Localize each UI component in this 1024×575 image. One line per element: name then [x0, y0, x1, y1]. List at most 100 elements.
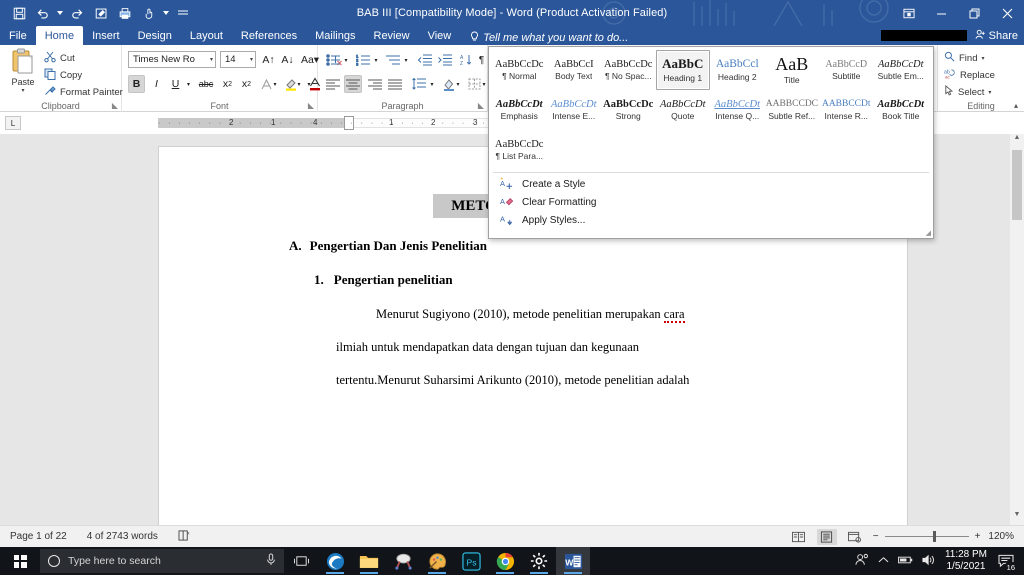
superscript-button[interactable]: x2: [238, 75, 255, 93]
close-icon[interactable]: [991, 0, 1024, 26]
style-item-subtle-ref[interactable]: AABBCCDC Subtle Ref...: [765, 90, 820, 130]
bullets-icon[interactable]: [324, 51, 342, 69]
style-item-body-text[interactable]: AaBbCcI Body Text: [547, 50, 602, 90]
format-painter-button[interactable]: Format Painter: [44, 85, 123, 100]
tab-stop-selector[interactable]: L: [5, 116, 21, 130]
collapse-ribbon-icon[interactable]: ▴: [1014, 101, 1018, 110]
text-effects-dropdown-icon[interactable]: ▾: [271, 75, 279, 93]
taskbar-app-paint[interactable]: [420, 547, 454, 575]
style-item-emphasis[interactable]: AaBbCcDt Emphasis: [492, 90, 547, 130]
search-input[interactable]: Type here to search: [40, 549, 284, 573]
tab-file[interactable]: File: [0, 26, 36, 45]
tell-me-search[interactable]: Tell me what you want to do...: [460, 31, 628, 45]
taskbar-app-file-explorer[interactable]: [352, 547, 386, 575]
print-layout-button[interactable]: [816, 528, 837, 545]
replace-button[interactable]: ab ac Replace: [944, 68, 995, 82]
line-spacing-dropdown-icon[interactable]: ▾: [428, 75, 436, 93]
tab-layout[interactable]: Layout: [181, 26, 232, 45]
volume-icon[interactable]: [922, 554, 936, 569]
shading-dropdown-icon[interactable]: ▾: [454, 75, 462, 93]
menu-item-apply-styles[interactable]: A Apply Styles...: [489, 211, 933, 229]
tab-mailings[interactable]: Mailings: [306, 26, 364, 45]
page-indicator[interactable]: Page 1 of 22: [0, 531, 77, 542]
action-center-icon[interactable]: 16: [996, 551, 1018, 573]
style-item-intense-e[interactable]: AaBbCcDt Intense E...: [547, 90, 602, 130]
taskbar-app-photoshop[interactable]: Ps: [454, 547, 488, 575]
chevron-down-icon[interactable]: ▾: [250, 56, 253, 63]
styles-menu[interactable]: A Create a Style A Clear Formatting A Apply S…: [489, 175, 933, 229]
select-dropdown-icon[interactable]: ▾: [988, 89, 991, 96]
web-layout-button[interactable]: [845, 529, 865, 545]
zoom-track[interactable]: [884, 531, 969, 542]
tab-references[interactable]: References: [232, 26, 306, 45]
style-item-intense-r[interactable]: AABBCCDt Intense R...: [819, 90, 874, 130]
window-controls[interactable]: [892, 0, 1024, 26]
paste-dropdown-icon[interactable]: ▾: [21, 87, 24, 94]
numbering-dropdown-icon[interactable]: ▾: [372, 51, 380, 69]
people-icon[interactable]: [855, 553, 869, 569]
undo-dropdown-icon[interactable]: [56, 2, 64, 24]
style-item-quote[interactable]: AaBbCcDt Quote: [656, 90, 711, 130]
subscript-button[interactable]: x2: [219, 75, 236, 93]
align-left-icon[interactable]: [324, 75, 342, 93]
windows-start-icon[interactable]: [0, 547, 40, 575]
scrollbar-thumb[interactable]: [1012, 150, 1022, 220]
minimize-icon[interactable]: [925, 0, 958, 26]
undo-icon[interactable]: [32, 2, 54, 24]
account-area[interactable]: Share: [880, 26, 1024, 45]
paste-button[interactable]: Paste ▾: [6, 48, 40, 100]
find-button[interactable]: Find ▾: [944, 51, 985, 65]
redo-icon[interactable]: [66, 2, 88, 24]
taskbar-app-settings[interactable]: [522, 547, 556, 575]
tab-home[interactable]: Home: [35, 26, 84, 45]
strikethrough-button[interactable]: abc: [196, 75, 216, 93]
numbering-icon[interactable]: 123: [354, 51, 372, 69]
zoom-slider[interactable]: − +: [873, 531, 981, 542]
styles-gallery-dropdown[interactable]: AaBbCcDc ¶ Normal AaBbCcI Body Text AaBbCcDc…: [488, 46, 934, 239]
multilevel-dropdown-icon[interactable]: ▾: [402, 51, 410, 69]
zoom-in-button[interactable]: +: [975, 531, 981, 542]
style-item-title[interactable]: AaB Title: [765, 50, 820, 90]
clock[interactable]: 11:28 PM 1/5/2021: [945, 549, 987, 573]
customize-qat-icon[interactable]: [172, 2, 194, 24]
increase-indent-icon[interactable]: [436, 51, 454, 69]
battery-icon[interactable]: [898, 555, 913, 568]
zoom-knob[interactable]: [932, 531, 936, 542]
font-name-combobox[interactable]: Times New Ro ▾: [128, 51, 216, 68]
font-color-dropdown-icon[interactable]: ▾: [305, 75, 313, 93]
style-item-normal[interactable]: AaBbCcDc ¶ Normal: [492, 50, 547, 90]
tab-design[interactable]: Design: [129, 26, 181, 45]
taskbar-app-google-chrome[interactable]: [488, 547, 522, 575]
tab-insert[interactable]: Insert: [83, 26, 129, 45]
resize-grip-icon[interactable]: ◢: [926, 229, 931, 237]
justify-icon[interactable]: [386, 75, 404, 93]
decrease-indent-icon[interactable]: [416, 51, 434, 69]
style-item-strong[interactable]: AaBbCcDc Strong: [601, 90, 656, 130]
style-item-heading-1[interactable]: AaBbC Heading 1: [655, 50, 710, 90]
chevron-down-icon[interactable]: ▾: [210, 56, 213, 63]
taskbar-app-snipping-tool[interactable]: [386, 547, 420, 575]
ribbon-tabs[interactable]: File Home Insert Design Layout Reference…: [0, 26, 1024, 45]
scroll-down-arrow-icon[interactable]: ▼: [1010, 511, 1024, 525]
style-item-book-title[interactable]: AaBbCcDt Book Title: [874, 90, 929, 130]
ribbon-display-options-icon[interactable]: [892, 0, 925, 26]
misspelled-word[interactable]: cara: [663, 307, 685, 323]
style-item-heading-2[interactable]: AaBbCcl Heading 2: [710, 50, 765, 90]
styles-grid[interactable]: AaBbCcDc ¶ Normal AaBbCcI Body Text AaBbCcDc…: [489, 47, 933, 170]
word-count[interactable]: 4 of 2743 words: [77, 531, 168, 542]
task-view-icon[interactable]: [284, 547, 318, 575]
font-dialog-launcher-icon[interactable]: ◣: [308, 101, 314, 110]
bullets-dropdown-icon[interactable]: ▾: [342, 51, 350, 69]
touch-dropdown-icon[interactable]: [162, 2, 170, 24]
taskbar-app-microsoft-edge[interactable]: [318, 547, 352, 575]
multilevel-list-icon[interactable]: [384, 51, 402, 69]
touch-mode-icon[interactable]: [138, 2, 160, 24]
menu-item-clear-formatting[interactable]: A Clear Formatting: [489, 193, 933, 211]
highlight-dropdown-icon[interactable]: ▾: [295, 75, 303, 93]
paragraph-dialog-launcher-icon[interactable]: ◣: [478, 101, 484, 110]
grow-font-icon[interactable]: A↑: [260, 51, 277, 69]
print-preview-icon[interactable]: [114, 2, 136, 24]
italic-button[interactable]: I: [148, 75, 165, 93]
vertical-scrollbar[interactable]: ▲ ▼: [1010, 134, 1024, 525]
style-item-subtitle[interactable]: AaBbCcD Subtitle: [819, 50, 874, 90]
